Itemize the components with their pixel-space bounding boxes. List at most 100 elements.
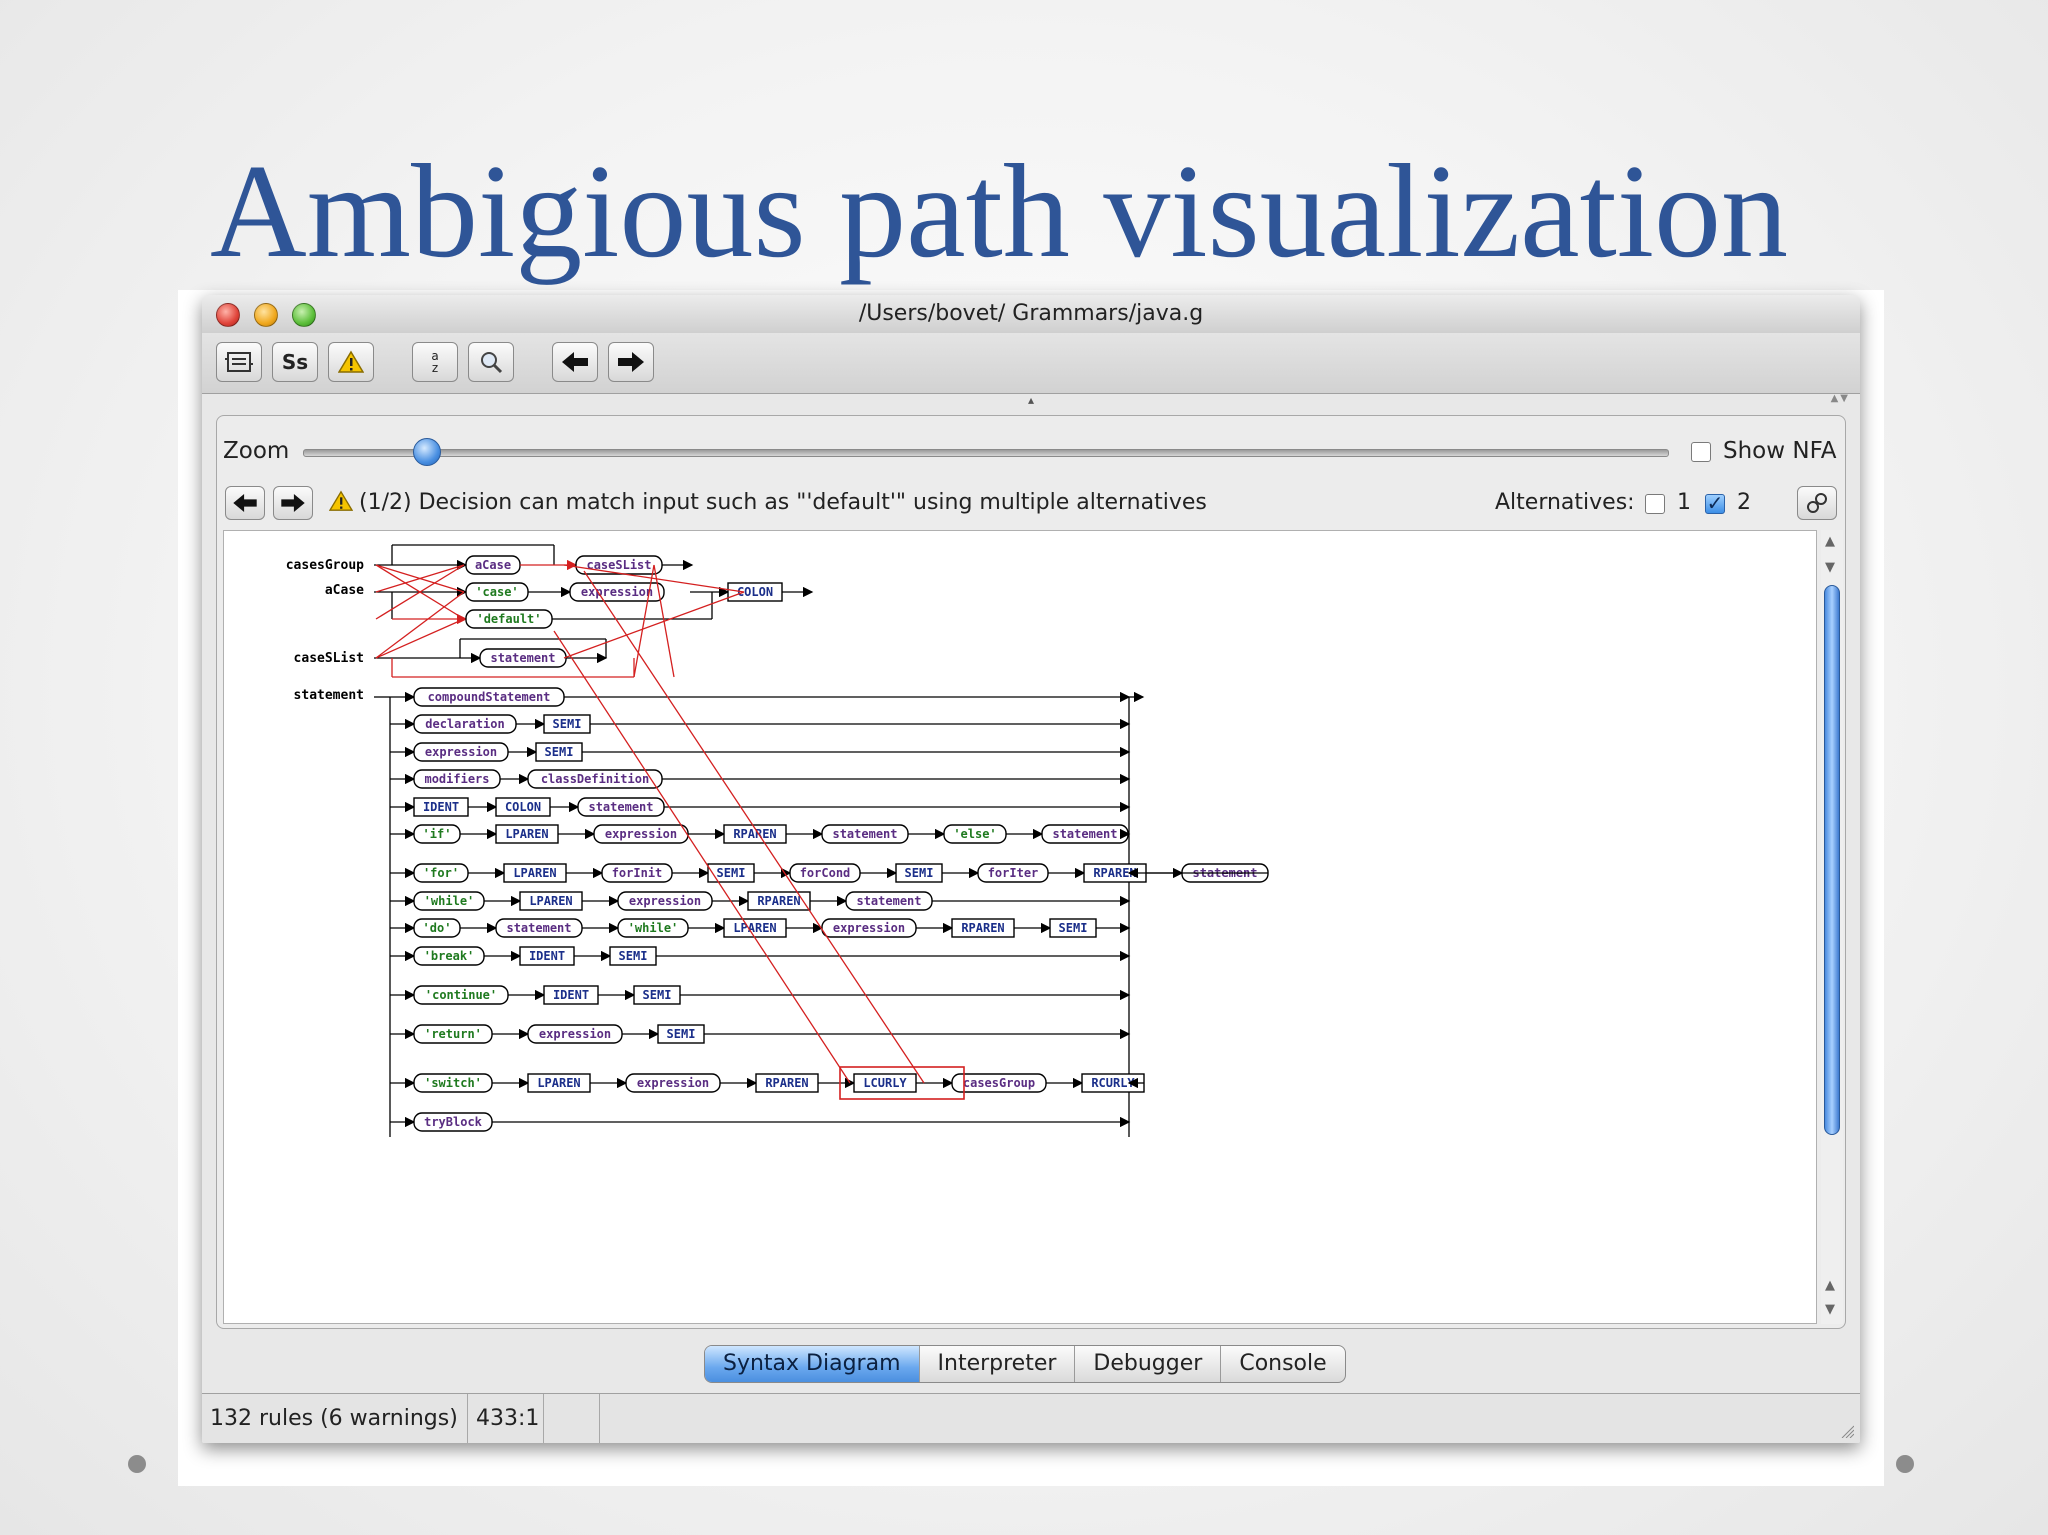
- diagram-node-terminal[interactable]: SEMI: [1049, 918, 1097, 938]
- rules-button[interactable]: [216, 342, 262, 382]
- scroll-up-icon[interactable]: ▲: [1825, 534, 1835, 549]
- diagram-node-terminal[interactable]: LCURLY: [853, 1073, 917, 1093]
- diagram-node-terminal[interactable]: RPAREN: [951, 918, 1015, 938]
- diagram-node-terminal[interactable]: SEMI: [895, 863, 943, 883]
- zoom-slider-knob[interactable]: [412, 438, 441, 466]
- diagram-node-terminal[interactable]: IDENT: [519, 946, 575, 966]
- warnings-button[interactable]: [328, 342, 374, 382]
- next-warning-button[interactable]: [273, 486, 313, 520]
- diagram-node-rule[interactable]: statement: [495, 918, 583, 938]
- diagram-node-terminal[interactable]: IDENT: [413, 797, 469, 817]
- diagram-node-terminal[interactable]: SEMI: [707, 863, 755, 883]
- diagram-node-rule[interactable]: aCase: [465, 555, 521, 575]
- diagram-node-terminal[interactable]: SEMI: [633, 985, 681, 1005]
- show-nfa-checkbox[interactable]: [1691, 442, 1711, 462]
- tab-interpreter[interactable]: Interpreter: [920, 1346, 1076, 1382]
- diagram-node-terminal[interactable]: SEMI: [657, 1024, 705, 1044]
- diagram-node-rule[interactable]: statement: [821, 824, 909, 844]
- resize-grip-icon[interactable]: [1838, 1422, 1854, 1438]
- forward-button[interactable]: [608, 342, 654, 382]
- diagram-node-terminal[interactable]: COLON: [727, 582, 783, 602]
- diagram-node-terminal[interactable]: LPAREN: [723, 918, 787, 938]
- diagram-node-literal[interactable]: 'break': [413, 946, 485, 966]
- ambiguous-path-edge: [563, 591, 745, 659]
- diagram-node-literal[interactable]: 'switch': [413, 1073, 493, 1093]
- back-button[interactable]: [552, 342, 598, 382]
- diagram-node-literal[interactable]: 'for': [413, 863, 469, 883]
- diagram-node-rule[interactable]: expression: [625, 1073, 721, 1093]
- diagram-node-terminal[interactable]: LPAREN: [527, 1073, 591, 1093]
- diagram-node-rule[interactable]: forIter: [977, 863, 1049, 883]
- diagram-vertical-scrollbar[interactable]: ▲ ▼ ▲ ▼: [1821, 530, 1843, 1324]
- diagram-node-rule[interactable]: tryBlock: [413, 1112, 493, 1132]
- diagram-node-rule[interactable]: forCond: [789, 863, 861, 883]
- diagram-node-literal[interactable]: 'if': [413, 824, 461, 844]
- scroll-up-icon[interactable]: ▲: [1825, 1278, 1835, 1293]
- sort-button[interactable]: a z: [412, 342, 458, 382]
- status-bar: 132 rules (6 warnings) 433:1: [202, 1393, 1860, 1443]
- diagram-node-rule[interactable]: expression: [527, 1024, 623, 1044]
- diagram-node-terminal[interactable]: COLON: [495, 797, 551, 817]
- diagram-node-rule[interactable]: forInit: [601, 863, 673, 883]
- diagram-node-rule[interactable]: declaration: [413, 714, 517, 734]
- zoom-slider-track[interactable]: [303, 449, 1669, 457]
- diagram-node-terminal[interactable]: IDENT: [543, 985, 599, 1005]
- tab-console[interactable]: Console: [1221, 1346, 1344, 1382]
- diagram-node-literal[interactable]: 'do': [413, 918, 461, 938]
- diagram-node-terminal[interactable]: LPAREN: [503, 863, 567, 883]
- scroll-down-icon[interactable]: ▼: [1825, 560, 1835, 575]
- diagram-node-terminal[interactable]: LPAREN: [519, 891, 583, 911]
- tab-debugger[interactable]: Debugger: [1075, 1346, 1222, 1382]
- syntax-diagram-panel: Zoom Show NFA (1/2) Decision can match i…: [216, 415, 1846, 1329]
- diagram-node-rule[interactable]: classDefinition: [527, 769, 663, 789]
- link-button[interactable]: [1797, 486, 1837, 520]
- cursor-position-status: 433:1: [468, 1394, 544, 1443]
- diagram-node-literal[interactable]: 'while': [617, 918, 689, 938]
- diagram-node-rule[interactable]: statement: [479, 648, 567, 668]
- node-label: statement: [832, 827, 897, 841]
- diagram-node-terminal[interactable]: LPAREN: [495, 824, 559, 844]
- diagram-node-rule[interactable]: compoundStatement: [413, 687, 565, 707]
- diagram-node-terminal[interactable]: RPAREN: [747, 891, 811, 911]
- diagram-node-rule[interactable]: expression: [593, 824, 689, 844]
- alternative-1-checkbox[interactable]: [1645, 494, 1665, 514]
- diagram-node-literal[interactable]: 'case': [465, 582, 529, 602]
- tab-syntax-diagram[interactable]: Syntax Diagram: [705, 1346, 920, 1382]
- status-empty-cell: [544, 1394, 600, 1443]
- alternative-2-checkbox[interactable]: ✓: [1705, 493, 1725, 514]
- node-label: SEMI: [553, 717, 582, 731]
- diagram-node-terminal[interactable]: RPAREN: [755, 1073, 819, 1093]
- syntax-diagram-canvas[interactable]: casesGroup aCase caseSList statement aCa…: [223, 530, 1817, 1324]
- diagram-node-terminal[interactable]: SEMI: [535, 742, 583, 762]
- diagram-node-rule[interactable]: casesGroup: [951, 1073, 1047, 1093]
- diagram-node-rule[interactable]: expression: [617, 891, 713, 911]
- scroll-down-icon[interactable]: ▼: [1825, 1302, 1835, 1317]
- diagram-node-terminal[interactable]: SEMI: [609, 946, 657, 966]
- diagram-node-literal[interactable]: 'while': [413, 891, 485, 911]
- diagram-node-literal[interactable]: 'continue': [413, 985, 509, 1005]
- find-button[interactable]: [468, 342, 514, 382]
- diagram-node-rule[interactable]: expression: [821, 918, 917, 938]
- scroll-thumb[interactable]: [1824, 585, 1840, 1135]
- diagram-node-terminal[interactable]: SEMI: [543, 714, 591, 734]
- node-label: 'while': [628, 921, 679, 935]
- diagram-node-rule[interactable]: modifiers: [413, 769, 501, 789]
- diagram-node-rule[interactable]: caseSList: [575, 555, 663, 575]
- diagram-node-literal[interactable]: 'default': [465, 609, 553, 629]
- previous-warning-button[interactable]: [225, 486, 265, 520]
- case-sensitive-button[interactable]: Ss: [272, 342, 318, 382]
- alternative-2-label: 2: [1737, 490, 1751, 515]
- diagram-node-literal[interactable]: 'return': [413, 1024, 493, 1044]
- node-label: IDENT: [529, 949, 565, 963]
- diagram-node-rule[interactable]: statement: [1041, 824, 1129, 844]
- split-handle[interactable]: ▴ ▲▼: [202, 393, 1860, 411]
- warning-message: (1/2) Decision can match input such as "…: [359, 490, 1207, 515]
- node-label: expression: [581, 585, 653, 599]
- diagram-node-rule[interactable]: statement: [577, 797, 665, 817]
- diagram-node-rule[interactable]: statement: [845, 891, 933, 911]
- node-label: RCURLY: [1091, 1076, 1135, 1090]
- node-label: classDefinition: [541, 772, 649, 786]
- node-label: expression: [637, 1076, 709, 1090]
- diagram-node-literal[interactable]: 'else': [943, 824, 1007, 844]
- diagram-node-rule[interactable]: expression: [413, 742, 509, 762]
